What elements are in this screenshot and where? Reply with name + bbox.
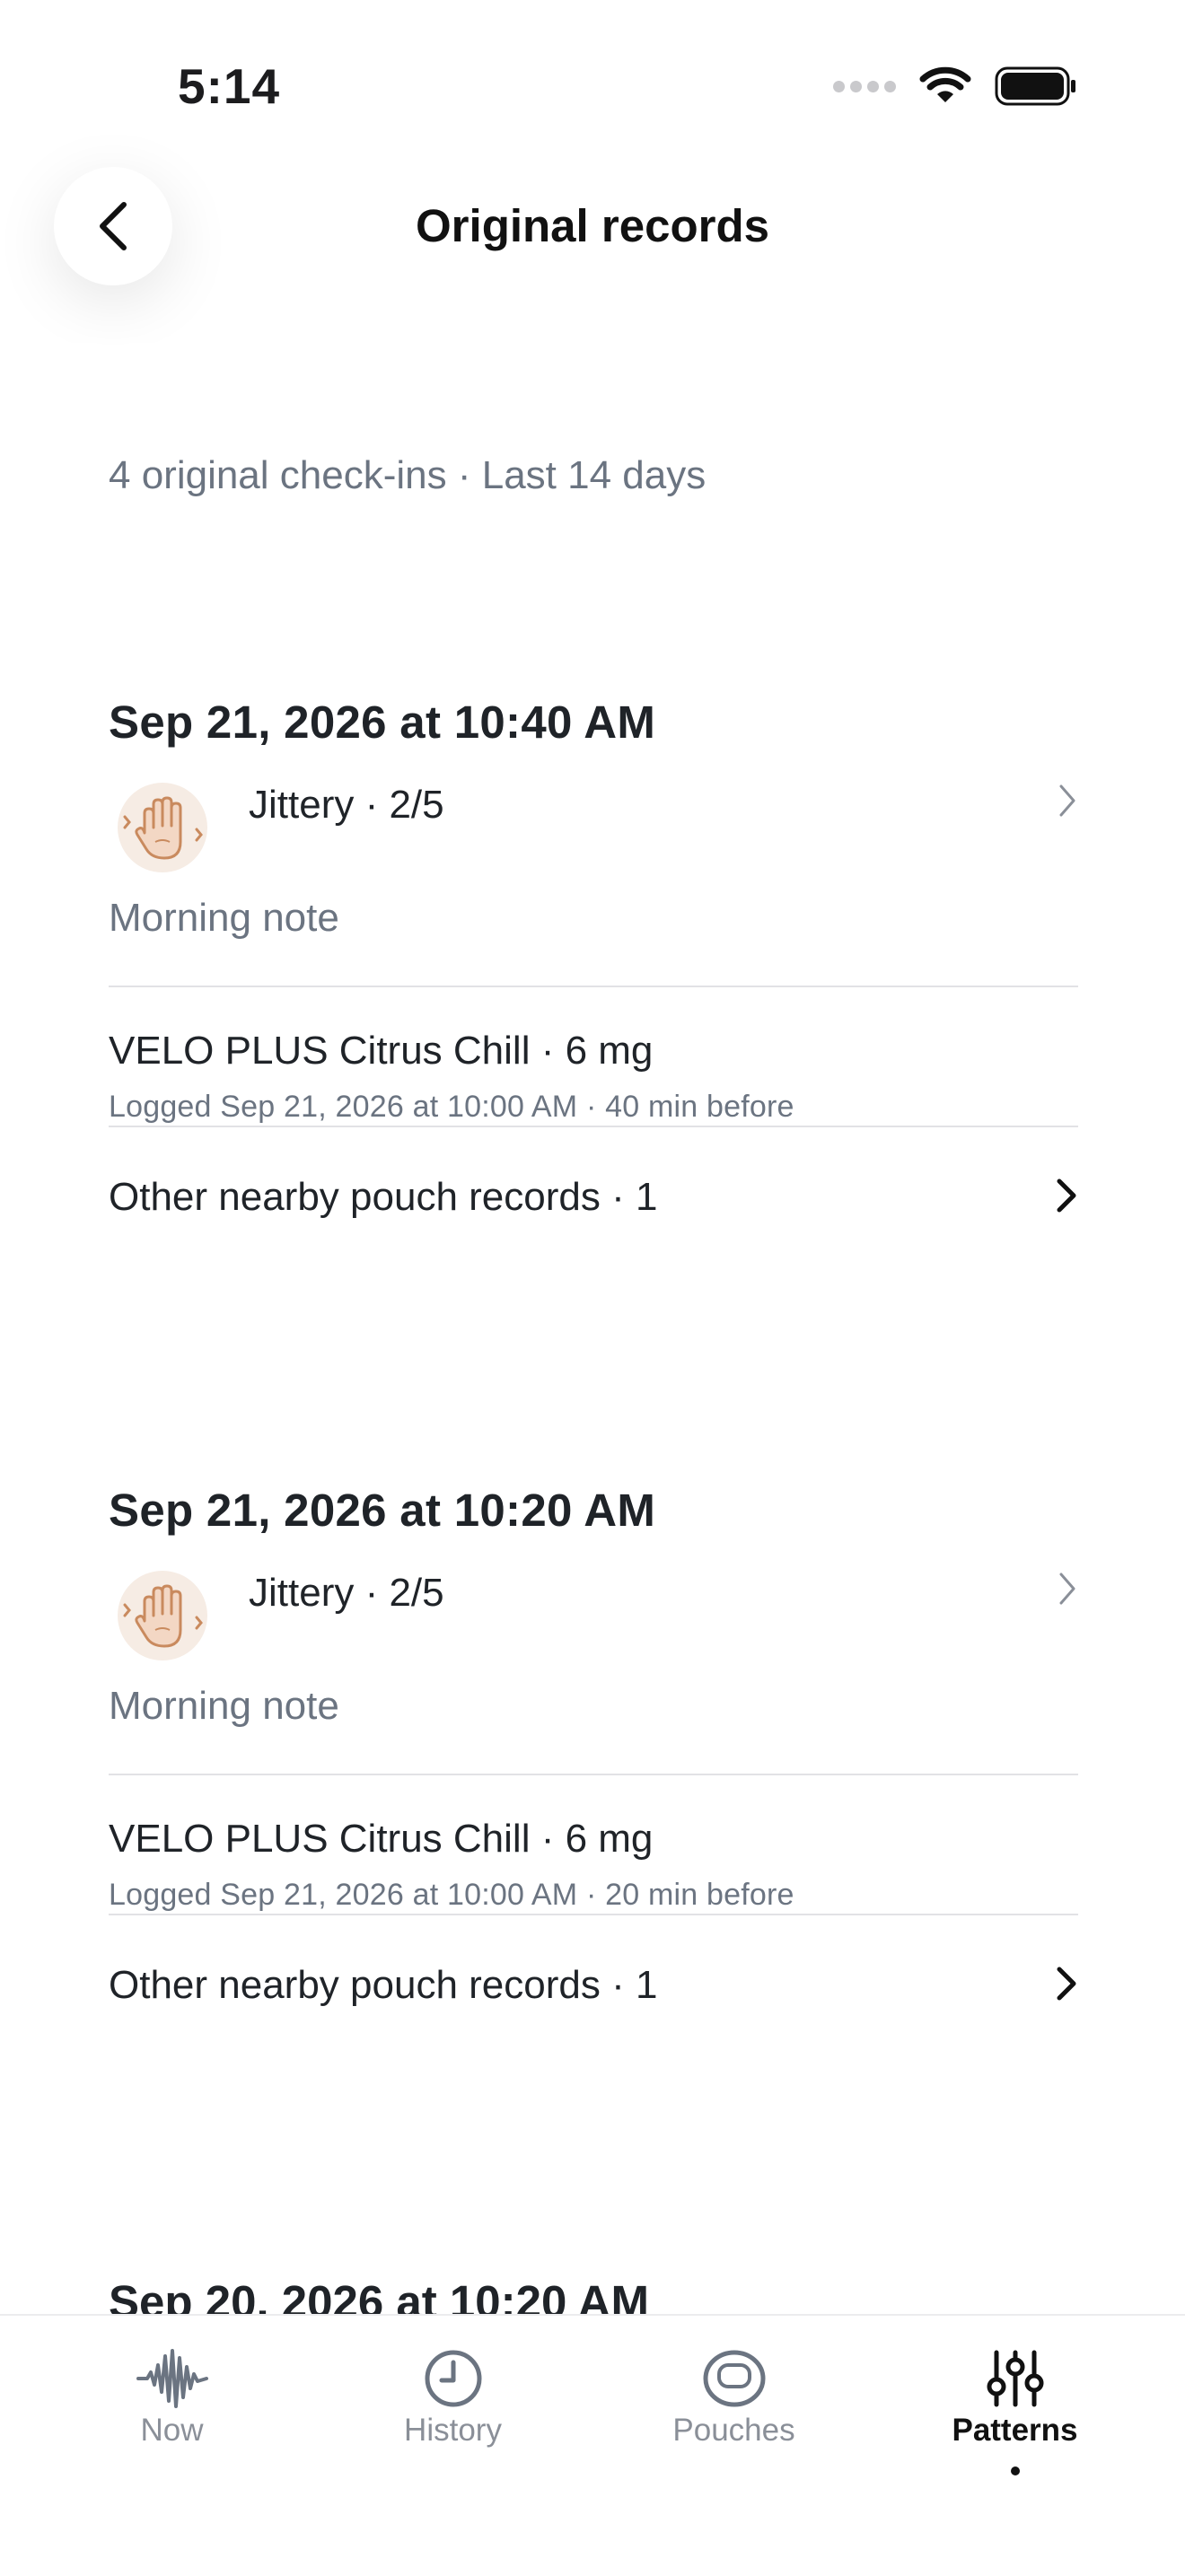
clock-icon bbox=[425, 2350, 481, 2407]
tab-label: Patterns bbox=[952, 2413, 1078, 2448]
nearby-records-label: Other nearby pouch records · 1 bbox=[109, 1963, 658, 2007]
navigation-bar: Original records bbox=[0, 162, 1185, 296]
sliders-icon bbox=[987, 2350, 1043, 2407]
status-bar: 5:14 bbox=[0, 0, 1185, 171]
tab-label: Pouches bbox=[672, 2413, 795, 2448]
chevron-right-icon bbox=[1057, 1178, 1076, 1213]
linked-pouch: VELO PLUS Citrus Chill · 6 mg Logged Sep… bbox=[109, 1775, 1078, 1914]
nearby-records-label: Other nearby pouch records · 1 bbox=[109, 1175, 658, 1219]
record-card: Sep 21, 2026 at 10:40 AM Jittery · 2/5 M… bbox=[109, 696, 1078, 1271]
cellular-signal-icon bbox=[833, 80, 896, 92]
record-date: Sep 21, 2026 at 10:20 AM bbox=[109, 1485, 656, 1536]
tab-patterns[interactable]: Patterns bbox=[874, 2316, 1155, 2576]
record-note: Morning note bbox=[109, 896, 339, 940]
battery-icon bbox=[995, 66, 1075, 106]
wifi-icon bbox=[919, 66, 971, 102]
nearby-records-row[interactable]: Other nearby pouch records · 1 bbox=[109, 1127, 1078, 1271]
tab-bar: Now History Pouches Patterns bbox=[0, 2314, 1185, 2576]
chevron-right-icon bbox=[1057, 1967, 1076, 2001]
status-icons bbox=[833, 66, 1077, 106]
linked-pouch: VELO PLUS Citrus Chill · 6 mg Logged Sep… bbox=[109, 987, 1078, 1126]
page-title: Original records bbox=[416, 200, 769, 251]
nearby-records-row[interactable]: Other nearby pouch records · 1 bbox=[109, 1915, 1078, 2059]
active-tab-indicator bbox=[1010, 2466, 1020, 2475]
tab-history[interactable]: History bbox=[312, 2316, 593, 2576]
jittery-hand-icon bbox=[123, 1584, 203, 1648]
mood-label: Jittery · 2/5 bbox=[249, 783, 444, 827]
pouch-name: VELO PLUS Citrus Chill · 6 mg bbox=[109, 1817, 654, 1861]
pouch-meta: Logged Sep 21, 2026 at 10:00 AM · 40 min… bbox=[109, 1090, 794, 1124]
pouch-meta: Logged Sep 21, 2026 at 10:00 AM · 20 min… bbox=[109, 1878, 794, 1912]
pouch-icon bbox=[703, 2350, 765, 2407]
tab-pouches[interactable]: Pouches bbox=[593, 2316, 874, 2576]
records-summary: 4 original check-ins · Last 14 days bbox=[109, 453, 707, 497]
pouch-name: VELO PLUS Citrus Chill · 6 mg bbox=[109, 1029, 654, 1073]
record-note: Morning note bbox=[109, 1684, 339, 1728]
status-time: 5:14 bbox=[178, 58, 281, 114]
record-card: Sep 21, 2026 at 10:20 AM Jittery · 2/5 M… bbox=[109, 1484, 1078, 2059]
mood-row[interactable]: Jittery · 2/5 bbox=[109, 1562, 1078, 1678]
mood-label: Jittery · 2/5 bbox=[249, 1571, 444, 1615]
chevron-right-icon bbox=[1059, 784, 1075, 817]
tab-now[interactable]: Now bbox=[31, 2316, 312, 2576]
record-date: Sep 21, 2026 at 10:40 AM bbox=[109, 697, 656, 748]
mood-avatar bbox=[118, 1571, 207, 1660]
tab-label: Now bbox=[140, 2413, 204, 2448]
tab-label: History bbox=[404, 2413, 502, 2448]
waveform-icon bbox=[136, 2349, 208, 2408]
jittery-hand-icon bbox=[123, 796, 203, 860]
mood-row[interactable]: Jittery · 2/5 bbox=[109, 774, 1078, 890]
mood-avatar bbox=[118, 783, 207, 872]
chevron-right-icon bbox=[1059, 1573, 1075, 1605]
